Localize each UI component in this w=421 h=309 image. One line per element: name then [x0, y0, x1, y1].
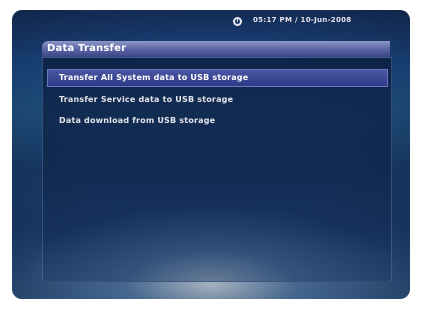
clock-datetime: 05:17 PM / 10-Jun-2008 — [253, 16, 352, 24]
menu-list: Transfer All System data to USB storage … — [47, 69, 388, 134]
clock-icon — [233, 17, 242, 26]
menu-item-data-download[interactable]: Data download from USB storage — [48, 113, 388, 129]
menu-item-transfer-service[interactable]: Transfer Service data to USB storage — [48, 92, 388, 108]
page-title: Data Transfer — [47, 43, 127, 54]
menu-item-transfer-all-system[interactable]: Transfer All System data to USB storage — [47, 69, 388, 87]
